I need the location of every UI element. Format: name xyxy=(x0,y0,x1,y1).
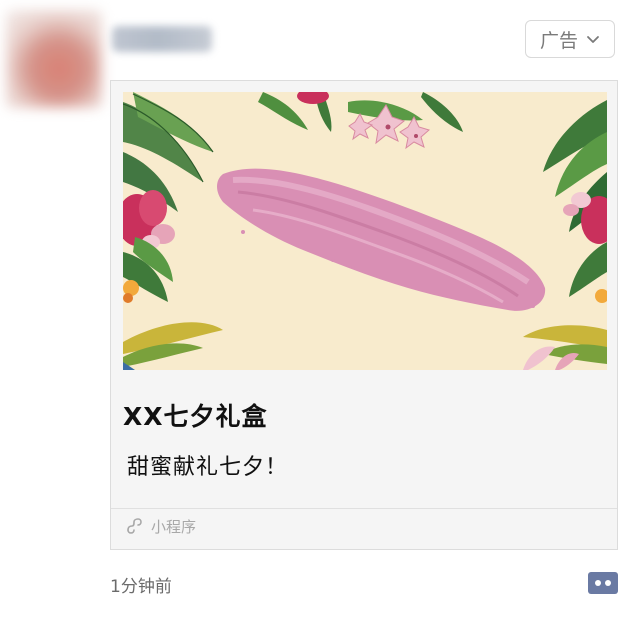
avatar[interactable] xyxy=(6,10,102,108)
mini-program-text: 小程序 xyxy=(151,517,197,536)
ad-button[interactable]: 广告 xyxy=(525,20,615,58)
ad-banner-image[interactable] xyxy=(123,92,607,370)
mini-program-icon xyxy=(127,518,142,534)
more-comments-icon[interactable] xyxy=(588,572,618,594)
card-title: XX七夕礼盒 xyxy=(123,402,268,431)
chevron-down-icon xyxy=(587,36,599,43)
card-subtitle: 甜蜜献礼七夕！ xyxy=(127,455,289,480)
ad-label: 广告 xyxy=(539,29,578,52)
nickname[interactable] xyxy=(112,26,212,52)
mini-program-label[interactable]: 小程序 xyxy=(125,515,196,537)
card-divider xyxy=(111,508,617,509)
ad-card[interactable]: XX七夕礼盒 甜蜜献礼七夕！ 小程序 xyxy=(110,80,618,550)
post-time: 1分钟前 xyxy=(110,577,172,597)
